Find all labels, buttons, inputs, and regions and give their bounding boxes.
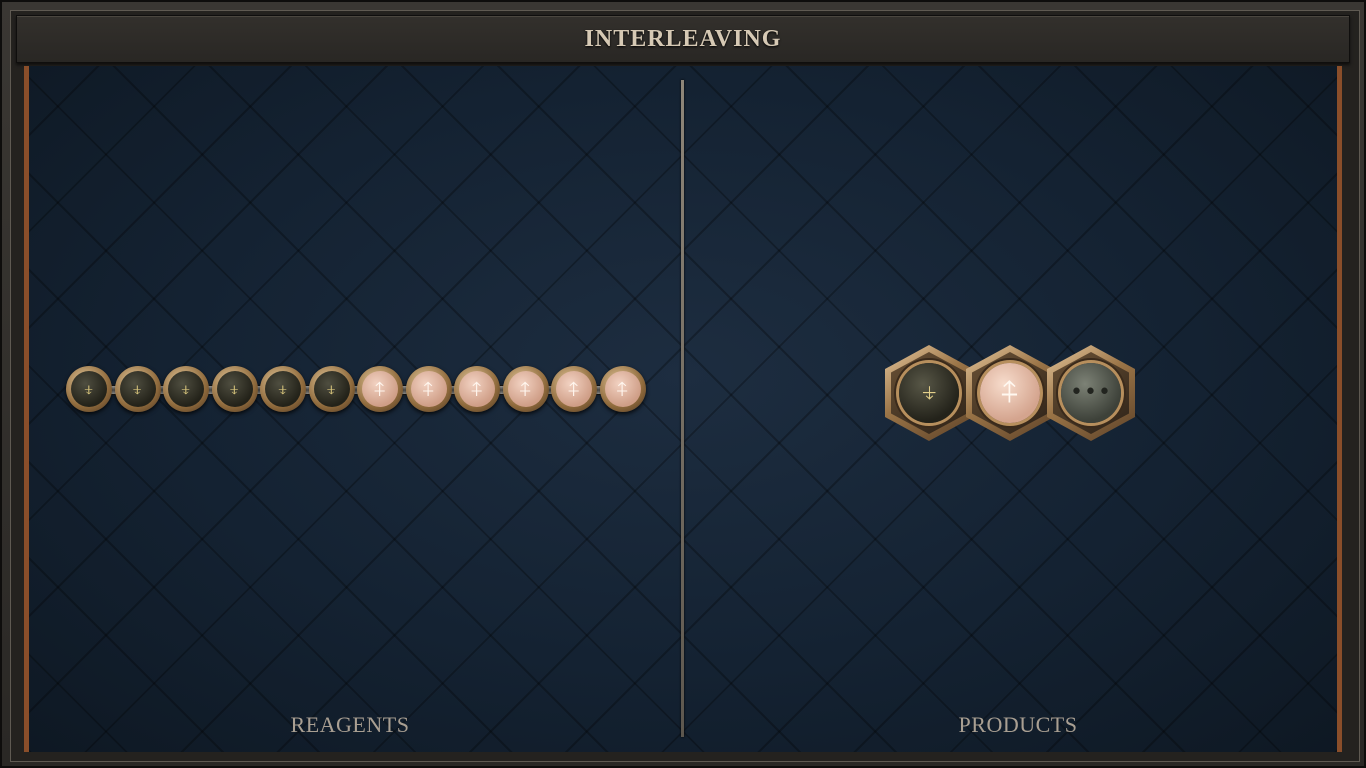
reagent-atom[interactable]: ⍏ — [454, 366, 500, 412]
product-atom[interactable]: ••• — [1047, 345, 1135, 441]
products-label: PRODUCTS — [958, 712, 1078, 737]
up-glyph-icon: ⍏ — [556, 371, 592, 407]
down-glyph-icon: ⍖ — [168, 371, 204, 407]
down-glyph-icon: ⍖ — [899, 363, 959, 423]
reagent-atom[interactable]: ⍖ — [260, 366, 306, 412]
reagent-atom[interactable]: ⍖ — [114, 366, 161, 412]
reagent-atom[interactable]: ⍏ — [599, 366, 646, 412]
up-glyph-icon: ⍏ — [604, 371, 641, 407]
panel-divider — [681, 80, 684, 737]
up-glyph-icon: ⍏ — [507, 371, 544, 407]
down-glyph-icon: ⍖ — [216, 371, 253, 407]
down-glyph-icon: ⍖ — [265, 371, 301, 407]
down-glyph-icon: ⍖ — [71, 371, 107, 407]
reagent-atom[interactable]: ⍏ — [551, 366, 597, 412]
up-glyph-icon: ⍏ — [980, 363, 1040, 423]
down-glyph-icon: ⍖ — [313, 371, 350, 407]
ellipsis-icon: ••• — [1061, 363, 1121, 423]
reagent-atom[interactable]: ⍖ — [163, 366, 209, 412]
reagent-atom[interactable]: ⍖ — [211, 366, 258, 412]
product-atom[interactable]: ⍖ — [885, 345, 973, 441]
up-glyph-icon: ⍏ — [362, 371, 398, 407]
reagent-atom[interactable]: ⍖ — [66, 366, 112, 412]
product-chain[interactable]: ⍖ ⍏ ••• — [885, 345, 1135, 441]
page-title: INTERLEAVING — [584, 25, 782, 52]
up-glyph-icon: ⍏ — [410, 371, 447, 407]
reagent-atom[interactable]: ⍏ — [502, 366, 549, 412]
reagent-atom[interactable]: ⍖ — [308, 366, 355, 412]
down-glyph-icon: ⍖ — [119, 371, 156, 407]
reagent-atom[interactable]: ⍏ — [405, 366, 452, 412]
reagent-chain[interactable]: ⍖ ⍖ ⍖ ⍖ ⍖ ⍖ ⍏ ⍏ ⍏ ⍏ ⍏ ⍏ — [66, 366, 649, 414]
product-atom[interactable]: ⍏ — [966, 345, 1054, 441]
up-glyph-icon: ⍏ — [459, 371, 495, 407]
reagents-label: REAGENTS — [290, 712, 410, 737]
reagent-atom[interactable]: ⍏ — [357, 366, 403, 412]
title-bar: INTERLEAVING — [16, 15, 1350, 63]
